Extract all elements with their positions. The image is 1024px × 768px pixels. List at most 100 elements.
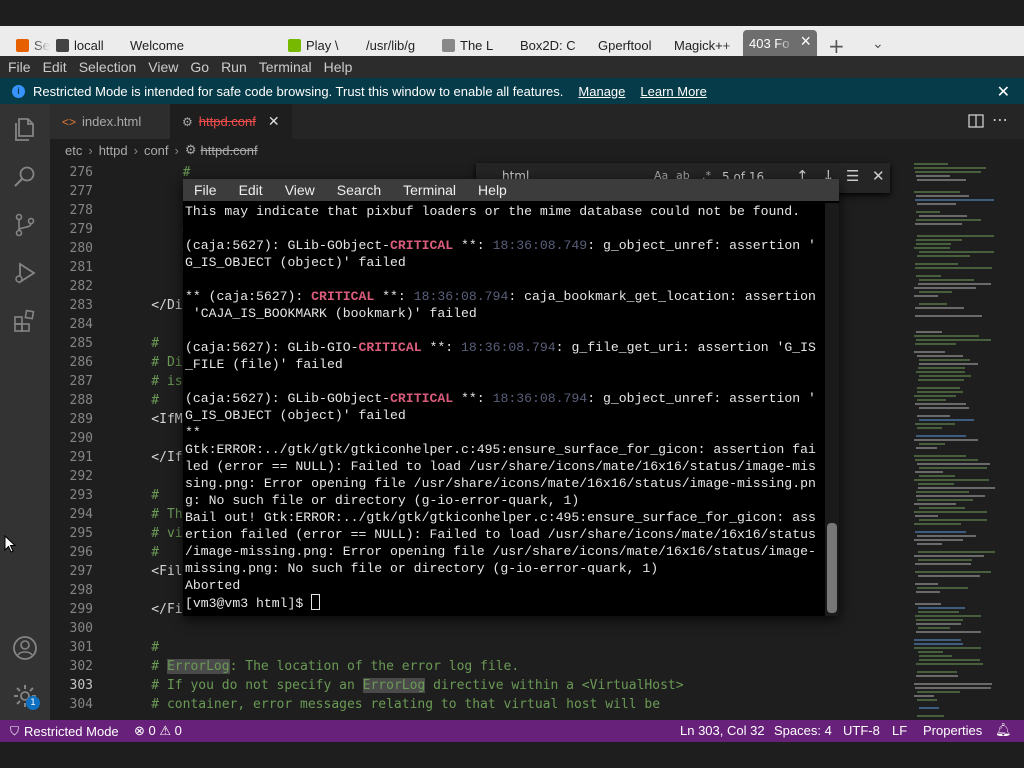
terminal-line: G_IS_OBJECT (object)' failed: [185, 408, 406, 423]
minimap[interactable]: [906, 161, 1024, 720]
line-number: 280: [69, 241, 93, 256]
tab-httpd-conf[interactable]: ⚙ httpd.conf ✕: [170, 104, 292, 139]
menu-help[interactable]: Help: [324, 59, 353, 75]
browser-tab[interactable]: locall: [50, 34, 124, 56]
run-debug-icon[interactable]: [12, 260, 38, 286]
menu-file[interactable]: File: [8, 59, 31, 75]
error-count: 0: [148, 723, 156, 738]
minimap-line: [918, 627, 950, 629]
browser-tab[interactable]: The L: [436, 34, 512, 56]
minimap-line: [918, 559, 972, 561]
line-ending[interactable]: LF: [892, 723, 907, 738]
problems-status[interactable]: ⊗ 0 ⚠ 0: [134, 723, 182, 739]
browser-tab[interactable]: Sear: [10, 34, 50, 56]
minimap-line: [916, 371, 965, 373]
minimap-line: [914, 695, 934, 697]
find-in-selection-icon[interactable]: ☰: [846, 167, 859, 185]
terminal-menu-edit[interactable]: Edit: [239, 182, 263, 198]
terminal-menu-help[interactable]: Help: [478, 182, 507, 198]
terminal-menu-view[interactable]: View: [285, 182, 315, 198]
terminal-menu-search[interactable]: Search: [337, 182, 381, 198]
line-number: 296: [69, 545, 93, 560]
encoding[interactable]: UTF-8: [843, 723, 880, 738]
browser-tab[interactable]: Play \: [282, 34, 358, 56]
close-icon[interactable]: ✕: [997, 82, 1010, 102]
line-text: # container, error messages relating to …: [120, 697, 661, 712]
source-control-icon[interactable]: [12, 212, 38, 238]
list-all-tabs-button[interactable]: ⌄: [872, 36, 884, 52]
minimap-line: [918, 379, 964, 381]
learn-more-link[interactable]: Learn More: [640, 84, 706, 99]
terminal-line: ertion failed (error == NULL): Failed to…: [185, 527, 816, 542]
close-tab-icon[interactable]: ✕: [268, 113, 280, 130]
restricted-mode-status[interactable]: ⛉ Restricted Mode: [0, 720, 124, 742]
new-tab-button[interactable]: +: [828, 34, 845, 58]
manage-link[interactable]: Manage: [578, 84, 625, 99]
split-editor-icon[interactable]: [968, 113, 984, 133]
browser-tab[interactable]: Gperftool: [592, 34, 668, 56]
bell-icon[interactable]: 🔔︎: [995, 722, 1012, 738]
search-icon[interactable]: [12, 164, 38, 190]
favicon-icon: [288, 38, 301, 52]
minimap-line: [916, 211, 940, 213]
extensions-icon[interactable]: [12, 308, 38, 334]
indentation[interactable]: Spaces: 4: [774, 723, 832, 738]
terminal-line: ** (caja:5627): CRITICAL **: 18:36:08.79…: [185, 289, 816, 304]
browser-tab-label: /usr/lib/g: [366, 37, 416, 53]
menu-view[interactable]: View: [148, 59, 178, 75]
minimap-line: [917, 715, 944, 717]
terminal-scrollbar[interactable]: [825, 203, 839, 616]
line-number: 289: [69, 412, 93, 427]
minimap-line: [914, 395, 956, 397]
minimap-line: [917, 235, 994, 237]
menu-go[interactable]: Go: [190, 59, 209, 75]
terminal-line: This may indicate that pixbuf loaders or…: [185, 204, 801, 219]
terminal-prompt[interactable]: [vm3@vm3 html]$: [185, 594, 825, 611]
minimap-line: [917, 535, 976, 537]
close-tab-icon[interactable]: ×: [800, 32, 811, 50]
terminal-output[interactable]: This may indicate that pixbuf loaders or…: [185, 203, 825, 613]
browser-tab[interactable]: /usr/lib/g: [360, 34, 436, 56]
gear-file-icon: ⚙: [182, 114, 193, 129]
terminal-line: _FILE (file)' failed: [185, 357, 343, 372]
browser-tab[interactable]: Magick++: [668, 34, 742, 56]
breadcrumb-item[interactable]: httpd: [99, 143, 128, 158]
language-mode[interactable]: Properties: [923, 723, 982, 738]
minimap-line: [915, 223, 962, 225]
browser-tab[interactable]: Box2D: C: [514, 34, 590, 56]
terminal-menu-file[interactable]: File: [194, 182, 217, 198]
browser-tab-label: Play \: [306, 37, 339, 53]
favicon-icon: [56, 38, 69, 52]
breadcrumb-item[interactable]: conf: [144, 143, 169, 158]
explorer-icon[interactable]: [12, 116, 38, 142]
menu-run[interactable]: Run: [221, 59, 247, 75]
menu-selection[interactable]: Selection: [79, 59, 137, 75]
close-find-icon[interactable]: ✕: [872, 167, 885, 185]
cursor-position[interactable]: Ln 303, Col 32: [680, 723, 765, 738]
code-line: 302 # ErrorLog: The location of the erro…: [50, 657, 906, 676]
minimap-line: [915, 423, 955, 425]
menu-terminal[interactable]: Terminal: [259, 59, 312, 75]
minimap-line: [919, 375, 971, 377]
menu-edit[interactable]: Edit: [43, 59, 67, 75]
more-actions-icon[interactable]: ⋯: [992, 110, 1008, 129]
minimap-line: [917, 387, 960, 389]
breadcrumb-item[interactable]: etc: [65, 143, 82, 158]
line-number: 297: [69, 564, 93, 579]
browser-tab[interactable]: 403 Fo ×: [743, 30, 817, 56]
browser-tab-label: locall: [74, 37, 104, 53]
line-number: 293: [69, 488, 93, 503]
line-text: #: [120, 336, 160, 351]
line-number: 290: [69, 431, 93, 446]
account-icon[interactable]: [12, 635, 38, 661]
terminal-window: File Edit View Search Terminal Help This may …: [183, 179, 839, 616]
minimap-line: [914, 479, 989, 481]
browser-tab[interactable]: Welcome: [124, 34, 204, 56]
terminal-menu-terminal[interactable]: Terminal: [403, 182, 456, 198]
terminal-scroll-thumb[interactable]: [827, 523, 837, 613]
restricted-mode-banner: i Restricted Mode is intended for safe c…: [0, 78, 1024, 104]
breadcrumb-item[interactable]: httpd.conf: [201, 143, 258, 158]
tab-index-html[interactable]: <> index.html: [50, 104, 170, 139]
minimap-line: [916, 619, 963, 621]
